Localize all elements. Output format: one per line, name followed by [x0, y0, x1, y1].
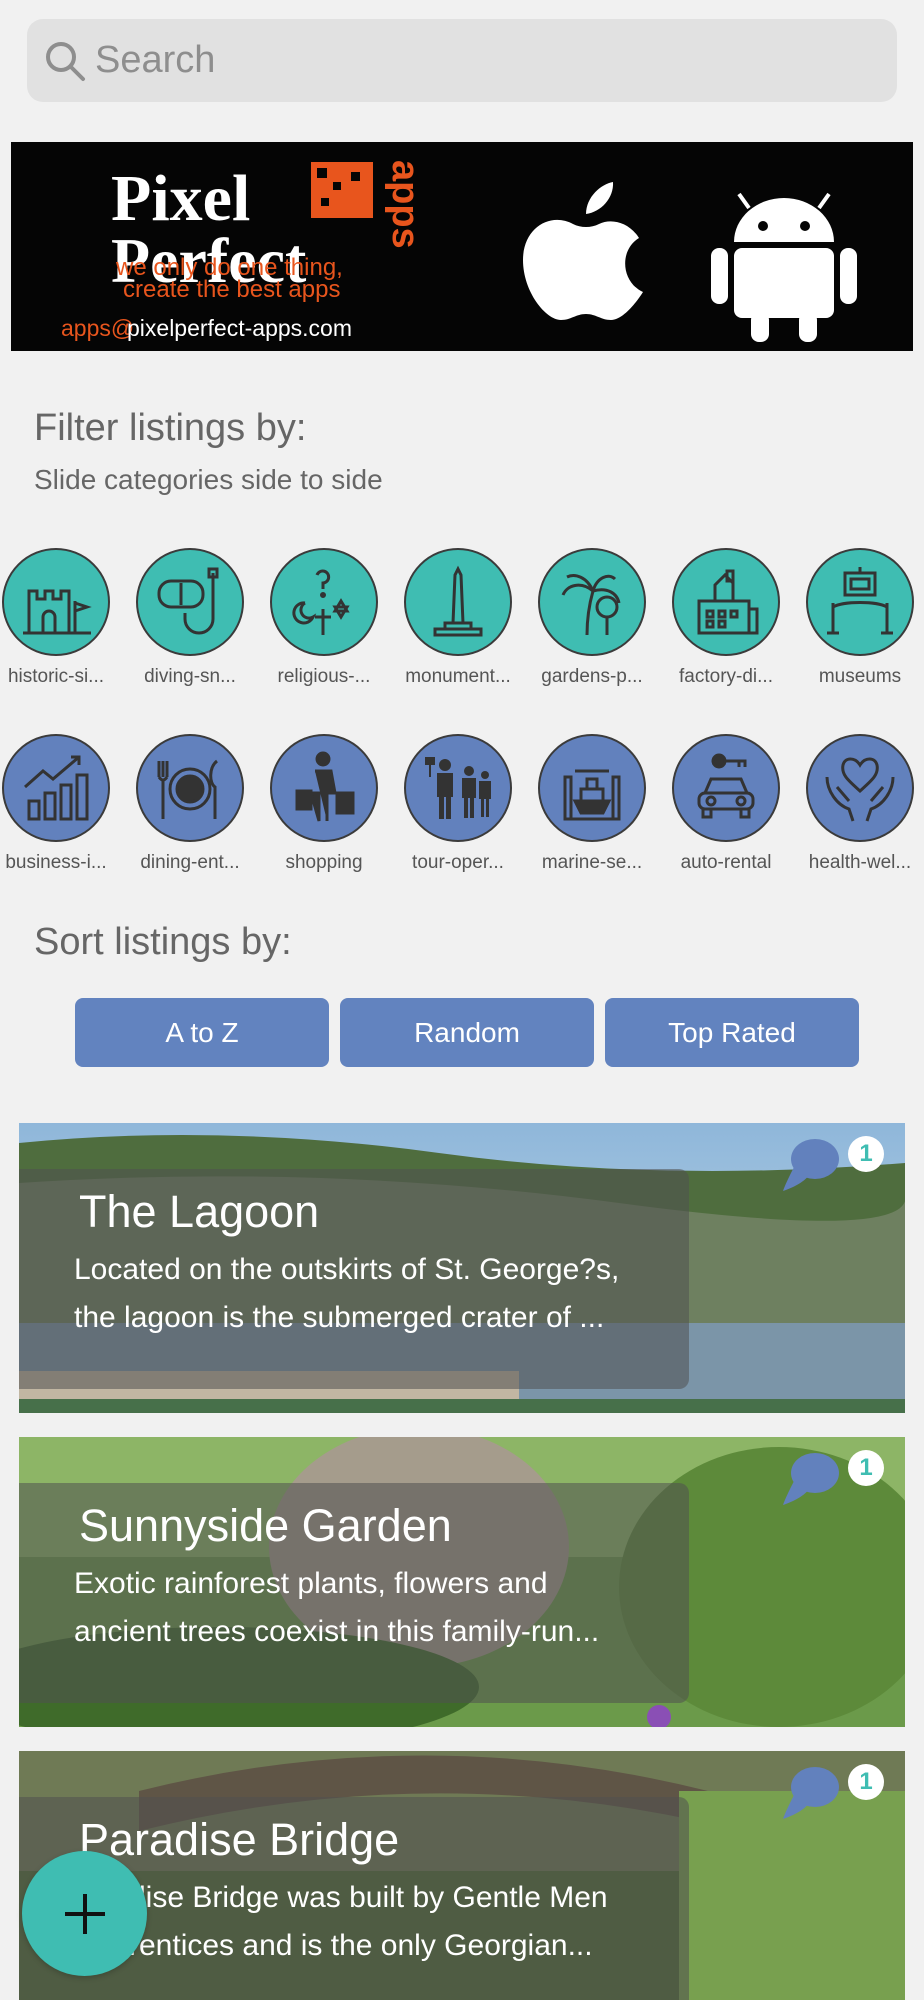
growth-chart-icon — [2, 734, 110, 842]
category-label: diving-sn... — [144, 666, 236, 687]
category-diving-snorkeling[interactable]: diving-sn... — [123, 548, 257, 688]
category-label: historic-si... — [7, 666, 105, 687]
tour-group-icon — [404, 734, 512, 842]
category-label: auto-rental — [680, 852, 772, 873]
ad-banner[interactable]: Pixel Perfect apps we only do one thing,… — [11, 142, 913, 351]
category-marine-services[interactable]: marine-se... — [525, 734, 659, 874]
sort-title: Sort listings by: — [34, 921, 292, 963]
listing-description: dise Bridge was built by Gentle Men rent… — [129, 1881, 608, 1962]
category-label: marine-se... — [541, 852, 643, 873]
plate-cutlery-icon — [136, 734, 244, 842]
category-auto-rental[interactable]: auto-rental — [659, 734, 793, 874]
filter-subtitle: Slide categories side to side — [34, 464, 383, 495]
category-label: monument... — [405, 666, 511, 687]
svg-text:pixelperfect-apps.com: pixelperfect-apps.com — [127, 315, 352, 341]
listing-card[interactable]: Sunnyside Garden Exotic rainforest plant… — [19, 1437, 905, 1727]
category-gardens-parks[interactable]: gardens-p... — [525, 548, 659, 688]
category-label: shopping — [285, 852, 363, 873]
category-tour-operators[interactable]: tour-oper... — [391, 734, 525, 874]
svg-text:apps@: apps@ — [61, 315, 134, 341]
category-label: health-wel... — [808, 852, 912, 873]
category-label: museums — [818, 666, 902, 687]
comment-count-badge: 1 — [848, 1764, 884, 1800]
listing-card[interactable]: The Lagoon Located on the outskirts of S… — [19, 1123, 905, 1413]
listing-title: Sunnyside Garden — [79, 1500, 452, 1551]
castle-icon — [2, 548, 110, 656]
category-factory-distillery[interactable]: factory-di... — [659, 548, 793, 688]
category-label: business-i... — [5, 852, 107, 873]
comment-count-badge: 1 — [848, 1136, 884, 1172]
search-bar[interactable]: Search — [27, 19, 897, 102]
comment-bubble-icon[interactable] — [781, 1135, 843, 1193]
comment-bubble-icon[interactable] — [781, 1449, 843, 1507]
monument-icon — [404, 548, 512, 656]
svg-text:create the best apps: create the best apps — [123, 276, 340, 303]
comment-bubble-icon[interactable] — [781, 1763, 843, 1821]
category-health-wellness[interactable]: health-wel... — [793, 734, 924, 874]
apple-logo-icon — [523, 182, 643, 320]
boat-icon — [538, 734, 646, 842]
category-label: tour-oper... — [412, 852, 504, 873]
category-label: dining-ent... — [140, 852, 240, 873]
svg-text:apps: apps — [384, 160, 426, 249]
listing-card[interactable]: Paradise Bridge dise Bridge was built by… — [19, 1751, 905, 2000]
listing-description: Located on the outskirts of St. George?s… — [74, 1253, 620, 1334]
plus-icon — [64, 1893, 105, 1934]
category-museums[interactable]: museums — [793, 548, 924, 688]
category-dining-entertainment[interactable]: dining-ent... — [123, 734, 257, 874]
sort-random-button[interactable]: Random — [340, 998, 594, 1067]
android-logo-icon — [711, 192, 857, 342]
hands-heart-icon — [806, 734, 914, 842]
comment-count-badge: 1 — [848, 1450, 884, 1486]
add-listing-button[interactable] — [22, 1851, 147, 1976]
category-historic-sites[interactable]: historic-si... — [0, 548, 123, 688]
sort-a-to-z-button[interactable]: A to Z — [75, 998, 329, 1067]
museum-exhibit-icon — [806, 548, 914, 656]
category-label: gardens-p... — [541, 666, 643, 687]
religious-symbols-icon — [270, 548, 378, 656]
snorkel-icon — [136, 548, 244, 656]
car-key-icon — [672, 734, 780, 842]
category-religious[interactable]: religious-... — [257, 548, 391, 688]
category-business[interactable]: business-i... — [0, 734, 123, 874]
category-row-primary[interactable]: historic-si... diving-sn... religious-..… — [0, 548, 924, 718]
category-shopping[interactable]: shopping — [257, 734, 391, 874]
category-row-secondary[interactable]: business-i... dining-ent... shopping tou… — [0, 734, 924, 904]
search-input[interactable]: Search — [95, 39, 215, 82]
sort-top-rated-button[interactable]: Top Rated — [605, 998, 859, 1067]
palm-tree-icon — [538, 548, 646, 656]
category-monuments[interactable]: monument... — [391, 548, 525, 688]
shopper-bags-icon — [270, 734, 378, 842]
category-label: religious-... — [277, 666, 371, 687]
search-icon — [46, 41, 85, 81]
pixel-perfect-logo: Pixel Perfect apps we only do one thing,… — [61, 160, 857, 342]
filter-title: Filter listings by: — [34, 407, 307, 449]
factory-icon — [672, 548, 780, 656]
listing-description: Exotic rainforest plants, flowers and an… — [74, 1567, 600, 1648]
listing-title: The Lagoon — [79, 1186, 320, 1237]
category-label: factory-di... — [679, 666, 773, 687]
listing-title: Paradise Bridge — [79, 1814, 400, 1865]
